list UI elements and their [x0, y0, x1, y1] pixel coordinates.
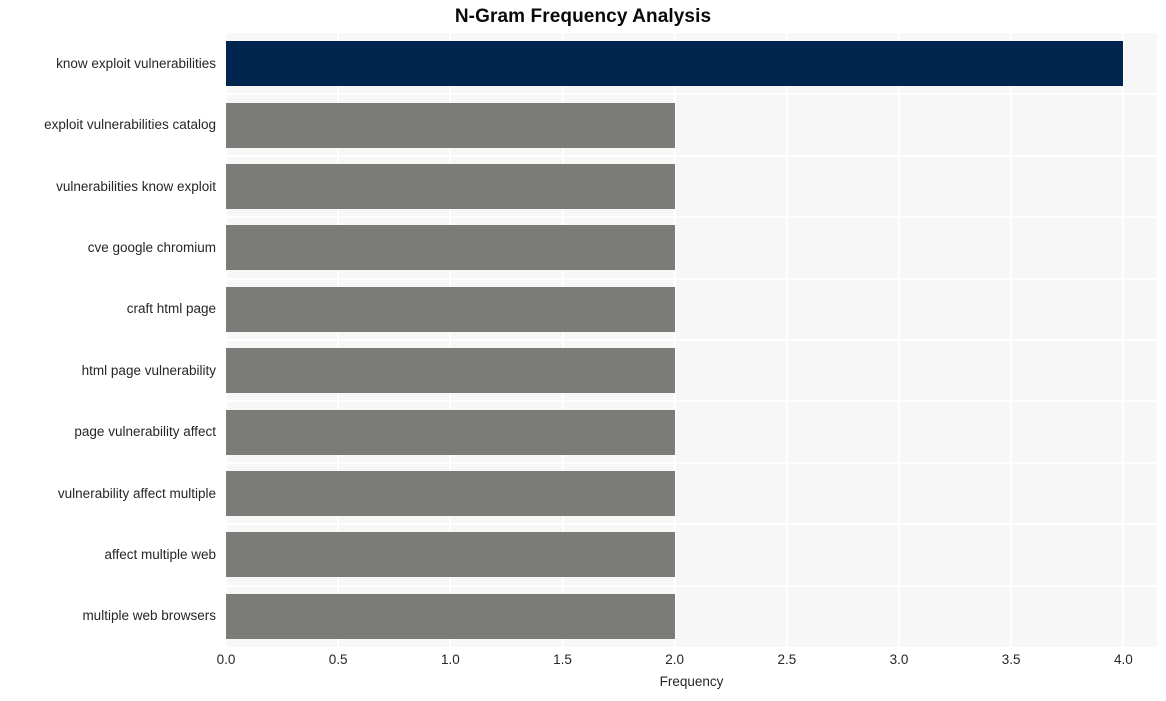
gridline-horizontal [226, 400, 1157, 403]
y-axis-tick-label: html page vulnerability [81, 362, 216, 378]
x-axis-tick-label: 0.0 [216, 652, 236, 667]
bar[interactable] [226, 225, 675, 271]
gridline-horizontal [226, 461, 1157, 464]
gridline-horizontal [226, 154, 1157, 157]
bar[interactable] [226, 471, 675, 516]
bar[interactable] [226, 41, 1124, 87]
x-axis-tick-labels: 0.0 0.5 1.0 1.5 2.0 2.5 3.0 3.5 4.0 [0, 652, 1166, 672]
y-axis-tick-label: know exploit vulnerabilities [56, 55, 216, 71]
x-axis-tick-label: 1.5 [553, 652, 572, 667]
gridline-horizontal [226, 93, 1157, 96]
y-axis-tick-label: cve google chromium [87, 239, 216, 255]
y-axis-tick-label: exploit vulnerabilities catalog [44, 117, 216, 133]
gridline-horizontal [226, 523, 1157, 526]
y-axis-tick-labels: know exploit vulnerabilities exploit vuln… [0, 33, 216, 647]
bar[interactable] [226, 348, 675, 394]
gridline-horizontal [226, 584, 1157, 587]
gridline-horizontal [226, 216, 1157, 219]
x-axis-tick-label: 2.5 [777, 652, 797, 667]
x-axis-tick-label: 3.0 [889, 652, 909, 667]
bar[interactable] [226, 532, 675, 578]
x-axis-tick-label: 3.5 [1001, 652, 1021, 667]
gridline-horizontal [226, 277, 1157, 280]
y-axis-tick-label: vulnerabilities know exploit [56, 178, 216, 194]
bar[interactable] [226, 102, 675, 148]
x-axis-tick-label: 2.0 [665, 652, 685, 667]
bar[interactable] [226, 409, 675, 455]
chart-figure: N-Gram Frequency Analysis know exploit v… [0, 0, 1166, 701]
bar[interactable] [226, 286, 675, 332]
x-axis-tick-label: 4.0 [1113, 652, 1133, 667]
y-axis-tick-label: affect multiple web [104, 546, 216, 562]
y-axis-tick-label: page vulnerability affect [74, 424, 216, 440]
x-axis-tick-label: 1.0 [440, 652, 460, 667]
y-axis-tick-label: multiple web browsers [82, 608, 216, 624]
y-axis-tick-label: craft html page [126, 301, 216, 317]
x-axis-title: Frequency [659, 674, 724, 689]
chart-title: N-Gram Frequency Analysis [454, 6, 712, 27]
bar[interactable] [226, 593, 675, 639]
plot-area [226, 33, 1157, 647]
gridline-horizontal [226, 339, 1157, 341]
bar[interactable] [226, 164, 675, 209]
x-axis-tick-label: 0.5 [328, 652, 348, 667]
y-axis-tick-label: vulnerability affect multiple [57, 485, 216, 501]
